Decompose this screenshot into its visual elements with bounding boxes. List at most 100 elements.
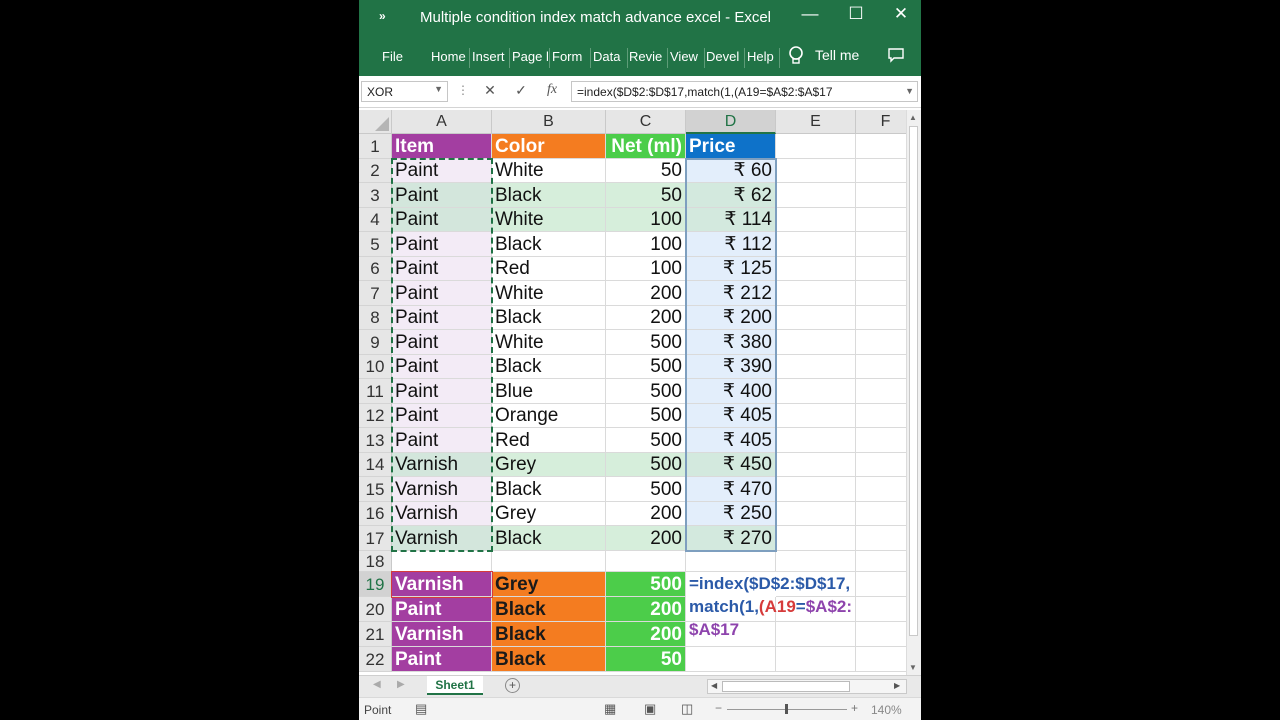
cell-item[interactable]: Paint xyxy=(392,281,492,306)
scroll-right-icon[interactable]: ▶ xyxy=(894,681,900,690)
cell-item[interactable]: Paint xyxy=(392,257,492,281)
cell-color[interactable]: Red xyxy=(492,428,606,453)
header-cell-color[interactable]: Color xyxy=(492,134,606,159)
zoom-out-icon[interactable]: − xyxy=(715,701,722,715)
lookup-color[interactable]: Black xyxy=(492,622,606,647)
header-cell-item[interactable]: Item xyxy=(392,134,492,159)
cell[interactable] xyxy=(776,183,856,208)
scroll-down-icon[interactable]: ▼ xyxy=(909,663,917,672)
cell[interactable] xyxy=(856,379,906,404)
cell-net[interactable]: 200 xyxy=(606,306,686,330)
macro-record-icon[interactable]: ▤ xyxy=(415,701,427,717)
cell-item[interactable]: Paint xyxy=(392,330,492,355)
cell-price[interactable]: ₹ 114 xyxy=(686,208,776,232)
cell-price[interactable]: ₹ 112 xyxy=(686,232,776,257)
cell-net[interactable]: 50 xyxy=(606,159,686,183)
cell-color[interactable]: White xyxy=(492,208,606,232)
cell-item[interactable]: Paint xyxy=(392,355,492,379)
comment-icon[interactable] xyxy=(887,47,905,63)
lookup-item[interactable]: Varnish xyxy=(392,572,492,597)
zoom-slider[interactable] xyxy=(727,704,847,714)
row-header-16[interactable]: 16 xyxy=(359,502,392,526)
cell-item[interactable]: Paint xyxy=(392,428,492,453)
row-header-5[interactable]: 5 xyxy=(359,232,392,257)
row-header-15[interactable]: 15 xyxy=(359,477,392,502)
cell-color[interactable]: White xyxy=(492,159,606,183)
cell-item[interactable]: Paint xyxy=(392,404,492,428)
cell-color[interactable]: Black xyxy=(492,355,606,379)
cell[interactable] xyxy=(856,647,906,672)
cell[interactable] xyxy=(776,232,856,257)
row-header-21[interactable]: 21 xyxy=(359,622,392,647)
cell[interactable] xyxy=(856,281,906,306)
horizontal-scroll-thumb[interactable] xyxy=(722,681,850,692)
cell-item[interactable]: Paint xyxy=(392,208,492,232)
cell[interactable] xyxy=(776,355,856,379)
cell-price[interactable]: ₹ 212 xyxy=(686,281,776,306)
cell-net[interactable]: 500 xyxy=(606,379,686,404)
formula-input[interactable]: =index($D$2:$D$17,match(1,(A19=$A$2:$A$1… xyxy=(571,81,918,102)
cell[interactable] xyxy=(856,453,906,477)
cell-color[interactable]: White xyxy=(492,330,606,355)
cell-price[interactable]: ₹ 405 xyxy=(686,404,776,428)
cell-net[interactable]: 100 xyxy=(606,232,686,257)
cell[interactable] xyxy=(856,257,906,281)
cell-color[interactable]: Blue xyxy=(492,379,606,404)
cell[interactable] xyxy=(606,551,686,572)
cell[interactable] xyxy=(856,134,906,159)
row-header-4[interactable]: 4 xyxy=(359,208,392,232)
row-header-2[interactable]: 2 xyxy=(359,159,392,183)
close-icon[interactable]: ✕ xyxy=(886,4,916,24)
tab-page-layout[interactable]: Page l xyxy=(512,49,549,67)
cell[interactable] xyxy=(856,526,906,551)
cell-item[interactable]: Varnish xyxy=(392,502,492,526)
cell-color[interactable]: Red xyxy=(492,257,606,281)
cell[interactable] xyxy=(776,159,856,183)
cell[interactable] xyxy=(776,208,856,232)
cell-item[interactable]: Varnish xyxy=(392,453,492,477)
cell-color[interactable]: Black xyxy=(492,232,606,257)
cell-price[interactable]: ₹ 250 xyxy=(686,502,776,526)
lookup-item[interactable]: Paint xyxy=(392,647,492,672)
row-header-19[interactable]: 19 xyxy=(359,572,392,597)
column-header-c[interactable]: C xyxy=(606,110,686,134)
name-box[interactable]: XOR ▼ xyxy=(361,81,448,102)
cell-item[interactable]: Paint xyxy=(392,183,492,208)
row-header-6[interactable]: 6 xyxy=(359,257,392,281)
cell-color[interactable]: Grey xyxy=(492,453,606,477)
lookup-color[interactable]: Black xyxy=(492,647,606,672)
tab-home[interactable]: Home xyxy=(431,49,468,67)
lookup-item[interactable]: Varnish xyxy=(392,622,492,647)
row-header-8[interactable]: 8 xyxy=(359,306,392,330)
cell[interactable] xyxy=(776,428,856,453)
cell-net[interactable]: 500 xyxy=(606,330,686,355)
cell-price[interactable]: ₹ 380 xyxy=(686,330,776,355)
cell[interactable] xyxy=(856,551,906,572)
cell[interactable] xyxy=(856,330,906,355)
cell[interactable] xyxy=(856,183,906,208)
row-header-1[interactable]: 1 xyxy=(359,134,392,159)
tab-view[interactable]: View xyxy=(670,49,702,67)
cell-price[interactable]: ₹ 405 xyxy=(686,428,776,453)
cell-net[interactable]: 100 xyxy=(606,257,686,281)
cell[interactable] xyxy=(776,502,856,526)
lookup-item[interactable]: Paint xyxy=(392,597,492,622)
row-header-20[interactable]: 20 xyxy=(359,597,392,622)
cell[interactable] xyxy=(776,330,856,355)
cell-item[interactable]: Paint xyxy=(392,379,492,404)
row-header-3[interactable]: 3 xyxy=(359,183,392,208)
cell-color[interactable]: Black xyxy=(492,526,606,551)
cell[interactable] xyxy=(856,306,906,330)
row-header-22[interactable]: 22 xyxy=(359,647,392,672)
cell-color[interactable]: Orange xyxy=(492,404,606,428)
cell-item[interactable]: Paint xyxy=(392,306,492,330)
header-cell-price[interactable]: Price xyxy=(686,134,776,159)
cell[interactable] xyxy=(686,551,776,572)
select-all-button[interactable] xyxy=(359,110,392,134)
lookup-color[interactable]: Grey xyxy=(492,572,606,597)
cell-net[interactable]: 100 xyxy=(606,208,686,232)
prev-sheet-icon[interactable]: ◀ xyxy=(373,679,381,690)
column-header-f[interactable]: F xyxy=(856,110,906,134)
cell[interactable] xyxy=(686,647,776,672)
vertical-scrollbar[interactable]: ▲ ▼ xyxy=(906,110,921,675)
